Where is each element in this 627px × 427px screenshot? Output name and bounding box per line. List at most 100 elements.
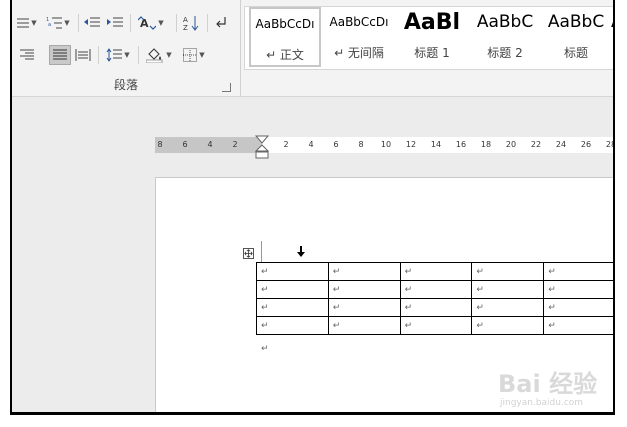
ruler-number: 6 (333, 140, 339, 149)
style-name: 标题 2 (487, 46, 523, 60)
svg-text:A: A (183, 16, 188, 24)
horizontal-ruler[interactable]: 8 6 4 2 2 4 6 8 10 12 14 16 18 20 22 24 … (155, 135, 613, 159)
distributed-icon (75, 49, 91, 61)
ruler-number: 2 (283, 140, 289, 149)
show-marks-button[interactable] (211, 13, 231, 33)
multilevel-list-button[interactable]: 1 a ▼ (42, 13, 74, 33)
style-heading-1[interactable]: AaBl 标题 1 (397, 7, 467, 67)
style-title[interactable]: AaBbC 标题 (541, 7, 611, 67)
table-cell[interactable]: ↵ (327, 316, 401, 335)
ruler-number: 18 (480, 140, 492, 149)
watermark-sub: jingyan.baidu.com (500, 398, 584, 408)
borders-icon (183, 48, 198, 62)
align-right-icon (20, 49, 34, 60)
table-cell[interactable]: ↵ (543, 316, 613, 335)
ribbon: ▼ 1 a ▼ A ▼ AZ ▼ ▼ ▼ 段落 AaBbCcDı ↵ 正文 Aa… (12, 0, 613, 97)
style-normal[interactable]: AaBbCcDı ↵ 正文 (249, 7, 321, 67)
table-cell[interactable]: ↵ (399, 298, 473, 317)
ruler-number: 4 (308, 140, 314, 149)
table-cell[interactable]: ↵ (471, 262, 545, 281)
indent-marker-icon[interactable] (255, 135, 269, 161)
svg-text:Z: Z (183, 24, 188, 31)
table-cell[interactable]: ↵ (327, 298, 401, 317)
table-cell[interactable]: ↵ (399, 316, 473, 335)
table-move-handle-icon[interactable] (243, 248, 254, 259)
ruler-number: 12 (405, 140, 417, 149)
table-cell[interactable]: ↵ (256, 316, 329, 335)
table-cell[interactable]: ↵ (399, 262, 473, 281)
table-cell[interactable]: ↵ (256, 298, 329, 317)
increase-indent-button[interactable] (105, 13, 125, 33)
dialog-launcher-icon[interactable] (222, 83, 231, 92)
style-preview: AaBl (403, 10, 461, 35)
ruler-number: 24 (555, 140, 567, 149)
table-cell[interactable]: ↵ (543, 262, 613, 281)
ruler-number: 2 (232, 140, 238, 149)
svg-text:a: a (48, 22, 51, 28)
paragraph-mark-icon (216, 17, 226, 28)
chinese-layout-button[interactable]: A ▼ (134, 13, 168, 33)
chinese-layout-icon: A (138, 16, 157, 30)
ruler-number: 16 (455, 140, 467, 149)
decrease-indent-button[interactable] (82, 13, 102, 33)
table-cell[interactable]: ↵ (471, 316, 545, 335)
multilevel-list-icon: 1a (46, 17, 63, 29)
line-spacing-button[interactable]: ▼ (102, 45, 134, 65)
ruler-number: 22 (530, 140, 542, 149)
table-cell[interactable]: ↵ (543, 280, 613, 299)
sort-button[interactable]: AZ (180, 13, 202, 33)
style-heading-2[interactable]: AaBbC 标题 2 (469, 7, 541, 67)
style-preview: AaBbC (547, 12, 605, 32)
table-cell[interactable]: ↵ (327, 280, 401, 299)
paint-bucket-icon (146, 48, 163, 63)
bullets-icon (17, 18, 30, 28)
document-table[interactable]: ↵ ↵ ↵ ↵ ↵ ↵ ↵ ↵ ↵ ↵ ↵ ↵ ↵ ↵ ↵ ↵ ↵ ↵ ↵ ↵ (256, 262, 613, 335)
table-cell[interactable]: ↵ (471, 280, 545, 299)
paragraph-mark: ↵ (261, 344, 269, 354)
table-cell[interactable]: ↵ (399, 280, 473, 299)
word-window: ▼ 1 a ▼ A ▼ AZ ▼ ▼ ▼ 段落 AaBbCcDı ↵ 正文 Aa… (10, 0, 615, 415)
table-row: ↵ ↵ ↵ ↵ ↵ (256, 298, 613, 317)
style-name: ↵ 正文 (266, 48, 304, 62)
bullets-button[interactable]: ▼ (14, 13, 40, 33)
table-cell[interactable]: ↵ (256, 262, 329, 281)
styles-gallery: AaBbCcDı ↵ 正文 AaBbCcDı ↵ 无间隔 AaBl 标题 1 A… (244, 6, 613, 70)
table-cell[interactable]: ↵ (256, 280, 329, 299)
increase-indent-icon (107, 17, 123, 27)
ruler-number: 26 (580, 140, 592, 149)
style-name: ↵ 无间隔 (334, 46, 384, 60)
ruler-number: 20 (505, 140, 517, 149)
separator (98, 46, 99, 64)
decrease-indent-icon (84, 17, 100, 27)
sort-icon: AZ (183, 16, 199, 31)
separator (138, 46, 139, 64)
style-preview: AaBbCcDı (255, 17, 315, 31)
ruler-number: 14 (430, 140, 442, 149)
watermark-text: Bai 经验 (498, 370, 598, 398)
paragraph-group-label: 段落 (113, 78, 138, 92)
style-no-spacing[interactable]: AaBbCcDı ↵ 无间隔 (323, 7, 395, 67)
margin-corner-mark (261, 241, 262, 263)
style-subtitle[interactable]: A (611, 7, 613, 67)
separator (78, 14, 79, 32)
ruler-number: 8 (157, 140, 163, 149)
paragraph-group: ▼ 1 a ▼ A ▼ AZ ▼ ▼ ▼ 段落 (12, 0, 241, 96)
table-row: ↵ ↵ ↵ ↵ ↵ (256, 280, 613, 299)
distributed-button[interactable] (72, 45, 94, 65)
ruler-number: 6 (182, 140, 188, 149)
column-select-arrow-icon (297, 246, 305, 257)
table-cell[interactable]: ↵ (327, 262, 401, 281)
table-cell[interactable]: ↵ (471, 298, 545, 317)
style-name: 标题 (563, 46, 588, 60)
style-preview: AaBbC (476, 12, 534, 32)
shading-button[interactable]: ▼ (142, 45, 176, 65)
borders-button[interactable]: ▼ (179, 45, 209, 65)
svg-text:A: A (140, 17, 149, 30)
separator (130, 14, 131, 32)
table-cell[interactable]: ↵ (543, 298, 613, 317)
justify-button[interactable] (49, 45, 71, 65)
separator (176, 14, 177, 32)
justify-icon (53, 49, 67, 60)
style-name: 标题 1 (414, 46, 450, 60)
align-right-button[interactable] (16, 45, 38, 65)
